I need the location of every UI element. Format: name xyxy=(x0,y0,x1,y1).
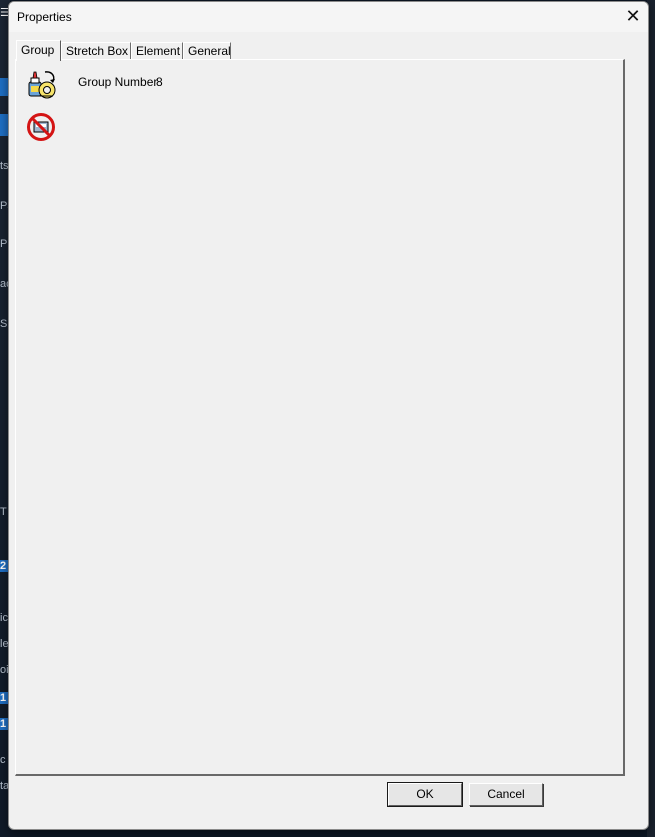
close-icon: ✕ xyxy=(625,6,641,26)
tab-group[interactable]: Group xyxy=(16,40,61,61)
tab-stretch-box[interactable]: Stretch Box xyxy=(61,42,131,59)
cancel-button[interactable]: Cancel xyxy=(469,783,543,806)
properties-dialog: Properties ✕ Group Stretch Box Element G… xyxy=(8,1,649,830)
dialog-title: Properties xyxy=(17,10,72,24)
tab-element[interactable]: Element xyxy=(131,42,183,59)
title-bar[interactable]: Properties ✕ xyxy=(9,2,648,32)
group-number-label: Group Number xyxy=(78,75,158,89)
close-button[interactable]: ✕ xyxy=(618,2,648,32)
group-number-value: 8 xyxy=(156,75,163,89)
group-tab-panel: Group Number 8 xyxy=(15,59,625,776)
glue-tape-group-icon xyxy=(25,68,57,100)
no-group-icon xyxy=(25,111,57,143)
tab-general[interactable]: General xyxy=(183,42,231,59)
ok-button[interactable]: OK xyxy=(387,782,463,807)
